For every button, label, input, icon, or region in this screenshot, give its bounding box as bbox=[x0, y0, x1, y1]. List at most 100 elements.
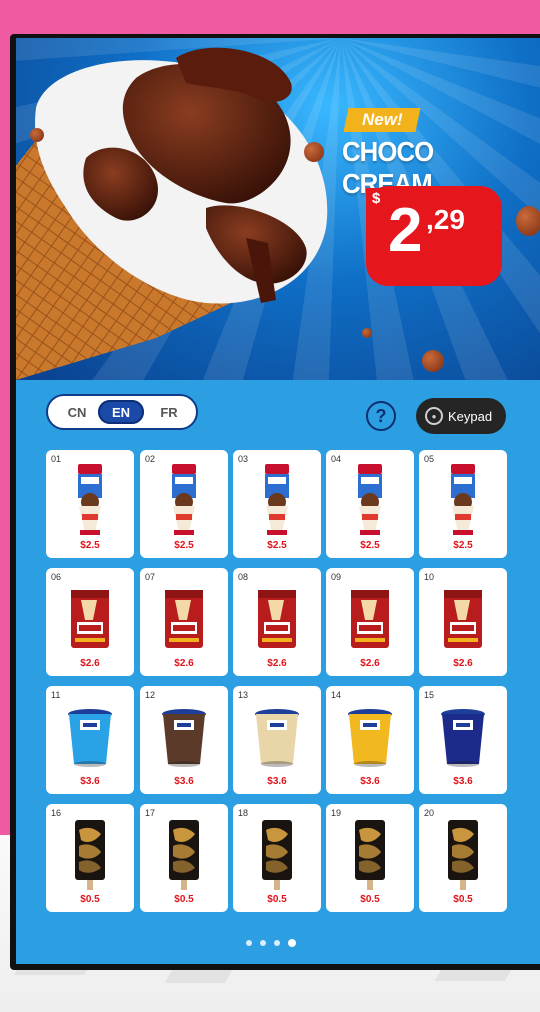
product-card[interactable]: 04 $2.5 bbox=[326, 450, 414, 558]
page-dot[interactable] bbox=[274, 940, 280, 946]
ice-cream-tub-icon bbox=[68, 709, 112, 767]
price-currency: $ bbox=[372, 190, 381, 207]
cone-cup-icon bbox=[78, 464, 102, 535]
language-switcher: CN EN FR bbox=[46, 394, 198, 430]
product-price: $0.5 bbox=[267, 894, 287, 905]
ice-cream-bag-icon bbox=[258, 590, 296, 648]
new-badge-label: New! bbox=[361, 110, 403, 129]
chocolate-bar-icon bbox=[75, 820, 105, 890]
chocolate-ball-decoration bbox=[422, 350, 444, 372]
slot-number: 12 bbox=[145, 690, 156, 700]
slot-number: 05 bbox=[424, 454, 435, 464]
slot-number: 11 bbox=[51, 690, 61, 700]
product-card[interactable]: 02 $2.5 bbox=[140, 450, 228, 558]
product-card[interactable]: 20 $0.5 bbox=[419, 804, 507, 912]
slot-number: 08 bbox=[238, 572, 249, 582]
keypad-label: Keypad bbox=[448, 408, 493, 424]
product-price: $3.6 bbox=[453, 776, 473, 787]
slot-number: 03 bbox=[238, 454, 249, 464]
chocolate-bar-icon bbox=[169, 820, 199, 890]
product-card[interactable]: 05 $2.5 bbox=[419, 450, 507, 558]
product-card[interactable]: 13 $3.6 bbox=[233, 686, 321, 794]
product-price: $0.5 bbox=[360, 894, 380, 905]
ice-cream-bag-icon bbox=[351, 590, 389, 648]
kiosk-frame: New! CHOCO CREAM $ 2 ,29 CN EN FR ? ● Ke… bbox=[10, 34, 540, 970]
product-price: $0.5 bbox=[174, 894, 194, 905]
new-badge: New! bbox=[343, 108, 421, 132]
product-price: $2.6 bbox=[174, 658, 194, 669]
product-price: $2.5 bbox=[80, 540, 100, 551]
slot-number: 04 bbox=[331, 454, 342, 464]
slot-number: 19 bbox=[331, 808, 342, 818]
slot-number: 16 bbox=[51, 808, 62, 818]
product-price: $2.5 bbox=[360, 540, 380, 551]
slot-number: 20 bbox=[424, 808, 435, 818]
language-button-en[interactable]: EN bbox=[98, 400, 144, 424]
product-card[interactable]: 06 $2.6 bbox=[46, 568, 134, 676]
product-price: $3.6 bbox=[80, 776, 100, 787]
slot-number: 06 bbox=[51, 572, 62, 582]
product-price: $0.5 bbox=[80, 894, 100, 905]
slot-number: 07 bbox=[145, 572, 156, 582]
product-card[interactable]: 16 $0.5 bbox=[46, 804, 134, 912]
language-button-fr[interactable]: FR bbox=[146, 400, 192, 424]
help-button[interactable]: ? bbox=[366, 401, 396, 431]
slot-number: 14 bbox=[331, 690, 342, 700]
ice-cream-cone-image bbox=[16, 47, 328, 380]
slot-number: 09 bbox=[331, 572, 342, 582]
promo-banner[interactable]: New! CHOCO CREAM $ 2 ,29 bbox=[16, 38, 540, 380]
keypad-button[interactable]: ● Keypad bbox=[416, 398, 506, 434]
slot-number: 13 bbox=[238, 690, 249, 700]
product-card[interactable]: 09 $2.6 bbox=[326, 568, 414, 676]
price-cents: ,29 bbox=[426, 204, 465, 235]
cone-cup-icon bbox=[265, 464, 289, 535]
page-dot[interactable] bbox=[260, 940, 266, 946]
product-card[interactable]: 03 $2.5 bbox=[233, 450, 321, 558]
chocolate-ball-decoration bbox=[362, 328, 372, 338]
language-button-cn[interactable]: CN bbox=[54, 400, 100, 424]
product-price: $3.6 bbox=[360, 776, 380, 787]
product-card[interactable]: 10 $2.6 bbox=[419, 568, 507, 676]
ice-cream-tub-icon bbox=[255, 709, 299, 767]
product-price: $3.6 bbox=[174, 776, 194, 787]
ice-cream-tub-icon bbox=[162, 709, 206, 767]
product-card[interactable]: 01 $2.5 bbox=[46, 450, 134, 558]
chocolate-ball-decoration bbox=[30, 128, 44, 142]
ice-cream-bag-icon bbox=[165, 590, 203, 648]
chocolate-ball-decoration bbox=[304, 142, 324, 162]
chocolate-bar-icon bbox=[448, 820, 478, 890]
chocolate-bar-icon bbox=[262, 820, 292, 890]
chocolate-bar-icon bbox=[355, 820, 385, 890]
product-card[interactable]: 18 $0.5 bbox=[233, 804, 321, 912]
slot-number: 15 bbox=[424, 690, 435, 700]
product-card[interactable]: 08 $2.6 bbox=[233, 568, 321, 676]
product-card[interactable]: 14 $3.6 bbox=[326, 686, 414, 794]
product-price: $2.5 bbox=[174, 540, 194, 551]
product-price: $2.5 bbox=[267, 540, 287, 551]
page-indicator bbox=[246, 939, 306, 950]
page-dot-active[interactable] bbox=[288, 939, 296, 947]
product-card[interactable]: 07 $2.6 bbox=[140, 568, 228, 676]
slot-number: 01 bbox=[51, 454, 62, 464]
page-dot[interactable] bbox=[246, 940, 252, 946]
product-card[interactable]: 12 $3.6 bbox=[140, 686, 228, 794]
product-card[interactable]: 19 $0.5 bbox=[326, 804, 414, 912]
help-icon: ? bbox=[375, 405, 387, 426]
product-card[interactable]: 15 $3.6 bbox=[419, 686, 507, 794]
kiosk-screen: New! CHOCO CREAM $ 2 ,29 CN EN FR ? ● Ke… bbox=[16, 38, 540, 964]
product-price: $2.6 bbox=[360, 658, 380, 669]
price-main: 2 bbox=[388, 196, 423, 265]
slot-number: 17 bbox=[145, 808, 156, 818]
product-card[interactable]: 11 $3.6 bbox=[46, 686, 134, 794]
slot-number: 18 bbox=[238, 808, 249, 818]
cone-cup-icon bbox=[172, 464, 196, 535]
ice-cream-tub-icon bbox=[348, 709, 392, 767]
slot-number: 02 bbox=[145, 454, 156, 464]
product-card[interactable]: 17 $0.5 bbox=[140, 804, 228, 912]
ice-cream-tub-icon bbox=[441, 709, 485, 767]
cone-cup-icon bbox=[451, 464, 475, 535]
slot-number: 10 bbox=[424, 572, 435, 582]
cone-cup-icon bbox=[358, 464, 382, 535]
chocolate-ball-decoration bbox=[516, 206, 540, 236]
ice-cream-bag-icon bbox=[71, 590, 109, 648]
